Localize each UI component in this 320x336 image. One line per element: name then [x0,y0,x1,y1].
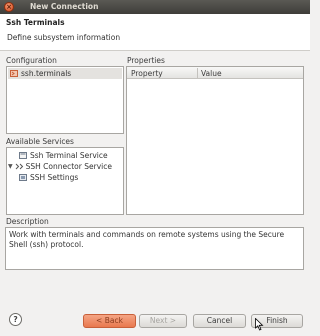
window-close-button[interactable]: × [4,2,14,12]
available-services-label: Available Services [6,137,74,146]
tree-item-label: SSH Connector Service [25,162,112,171]
tree-item-ssh-terminal-service[interactable]: Ssh Terminal Service [19,150,108,161]
expand-triangle-icon[interactable]: ▼ [8,163,13,170]
column-header-value[interactable]: Value [201,69,222,78]
service-icon [19,152,27,159]
properties-label: Properties [127,56,165,65]
tree-item-ssh-connector-service[interactable]: ▼ SSH Connector Service [8,161,112,172]
available-services-tree[interactable]: Ssh Terminal Service ▼ SSH Connector Ser… [6,147,124,215]
connector-icon [15,163,23,170]
properties-table[interactable]: Property Value [126,66,304,215]
terminal-config-icon [10,70,18,77]
description-label: Description [6,217,49,226]
cancel-button[interactable]: Cancel [193,314,246,328]
tree-item-label: Ssh Terminal Service [30,151,108,160]
page-subtitle: Define subsystem information [7,33,121,42]
description-text: Work with terminals and commands on remo… [5,227,304,270]
configuration-label: Configuration [6,56,57,65]
settings-icon [19,174,27,181]
mouse-cursor-icon [255,318,264,331]
page-title: Ssh Terminals [6,18,65,27]
next-button[interactable]: Next > [139,314,187,328]
tree-item-label: SSH Settings [30,173,79,182]
properties-table-header: Property Value [127,67,303,79]
configuration-list[interactable]: ssh.terminals [6,66,124,134]
column-header-property[interactable]: Property [131,69,163,78]
tree-item-ssh-settings[interactable]: SSH Settings [19,172,78,183]
configuration-item-ssh-terminals[interactable]: ssh.terminals [8,68,122,79]
configuration-item-label: ssh.terminals [21,69,72,78]
window-title: New Connection [30,2,99,11]
help-button[interactable]: ? [9,313,22,326]
window-titlebar: × New Connection [0,0,310,14]
wizard-header: Ssh Terminals Define subsystem informati… [0,14,310,51]
back-button[interactable]: < Back [83,314,136,328]
column-divider[interactable] [197,68,198,78]
